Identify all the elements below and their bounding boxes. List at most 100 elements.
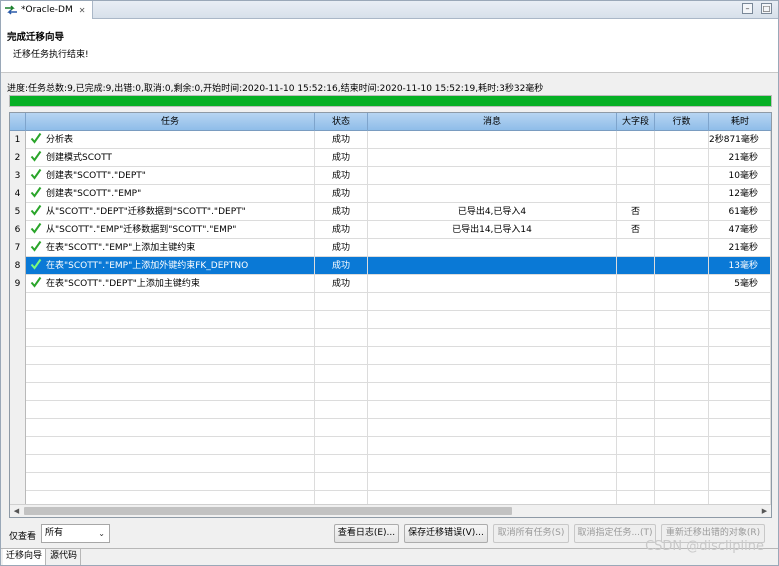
empty-table-row bbox=[10, 383, 771, 401]
tab-source-code[interactable]: 源代码 bbox=[47, 549, 82, 565]
row-number-header bbox=[10, 113, 26, 131]
progress-bar bbox=[9, 95, 772, 107]
scroll-right-icon[interactable]: ▶ bbox=[758, 505, 771, 517]
editor-window: *Oracle-DM ✕ – □ 完成迁移向导 迁移任务执行结束! 进度:任务总… bbox=[0, 0, 779, 566]
column-header-elapsed[interactable]: 耗时 bbox=[709, 113, 771, 131]
message-cell bbox=[368, 401, 617, 419]
tab-oracle-dm[interactable]: *Oracle-DM ✕ bbox=[1, 1, 93, 19]
message-cell bbox=[368, 437, 617, 455]
lob-cell bbox=[617, 185, 655, 203]
page-subtitle: 迁移任务执行结束! bbox=[13, 50, 89, 60]
wizard-header: 完成迁移向导 迁移任务执行结束! bbox=[1, 19, 778, 73]
lob-cell bbox=[617, 419, 655, 437]
rows-cell bbox=[655, 455, 709, 473]
message-cell bbox=[368, 455, 617, 473]
cancel-selected-button[interactable]: 取消指定任务...(T) bbox=[574, 524, 656, 543]
table-row[interactable]: 7 在表"SCOTT"."EMP"上添加主键约束 成功 21毫秒 bbox=[10, 239, 771, 257]
progress-fill bbox=[10, 96, 771, 106]
table-row[interactable]: 3 创建表"SCOTT"."DEPT" 成功 10毫秒 bbox=[10, 167, 771, 185]
table-row[interactable]: 2 创建模式SCOTT 成功 21毫秒 bbox=[10, 149, 771, 167]
status-cell: 成功 bbox=[315, 257, 368, 275]
table-row[interactable]: 5 从"SCOTT"."DEPT"迁移数据到"SCOTT"."DEPT" 成功 已导出… bbox=[10, 203, 771, 221]
rows-cell bbox=[655, 149, 709, 167]
status-cell: 成功 bbox=[315, 131, 368, 149]
table-row[interactable]: 1 分析表 成功 2秒871毫秒 bbox=[10, 131, 771, 149]
lob-cell: 否 bbox=[617, 203, 655, 221]
message-cell bbox=[368, 275, 617, 293]
rows-cell bbox=[655, 437, 709, 455]
success-check-icon bbox=[30, 168, 42, 180]
column-header-task[interactable]: 任务 bbox=[26, 113, 315, 131]
row-number bbox=[10, 365, 26, 383]
row-number bbox=[10, 293, 26, 311]
rows-cell bbox=[655, 401, 709, 419]
table-row[interactable]: 9 在表"SCOTT"."DEPT"上添加主键约束 成功 5毫秒 bbox=[10, 275, 771, 293]
row-number bbox=[10, 347, 26, 365]
rows-cell bbox=[655, 185, 709, 203]
table-row[interactable]: 6 从"SCOTT"."EMP"迁移数据到"SCOTT"."EMP" 成功 已导出14… bbox=[10, 221, 771, 239]
close-tab-icon[interactable]: ✕ bbox=[79, 6, 86, 15]
message-cell bbox=[368, 329, 617, 347]
lob-cell bbox=[617, 329, 655, 347]
rows-cell bbox=[655, 257, 709, 275]
row-number bbox=[10, 329, 26, 347]
elapsed-cell bbox=[709, 419, 771, 437]
elapsed-cell bbox=[709, 437, 771, 455]
message-cell bbox=[368, 419, 617, 437]
row-number: 7 bbox=[10, 239, 26, 257]
lob-cell bbox=[617, 275, 655, 293]
status-cell bbox=[315, 365, 368, 383]
maximize-button[interactable]: □ bbox=[761, 3, 772, 14]
empty-table-row bbox=[10, 455, 771, 473]
message-cell bbox=[368, 365, 617, 383]
elapsed-cell bbox=[709, 329, 771, 347]
rows-cell bbox=[655, 221, 709, 239]
save-errors-button[interactable]: 保存迁移错误(V)... bbox=[404, 524, 488, 543]
filter-select[interactable]: 所有 ⌄ bbox=[41, 524, 110, 543]
tab-migration-wizard[interactable]: 迁移向导 bbox=[3, 549, 47, 565]
success-check-icon bbox=[30, 222, 42, 234]
status-cell bbox=[315, 383, 368, 401]
message-cell bbox=[368, 383, 617, 401]
status-cell: 成功 bbox=[315, 221, 368, 239]
lob-cell bbox=[617, 473, 655, 491]
rows-cell bbox=[655, 347, 709, 365]
column-header-status[interactable]: 状态 bbox=[315, 113, 368, 131]
message-cell: 已导出14,已导入14 bbox=[368, 221, 617, 239]
message-cell bbox=[368, 131, 617, 149]
task-cell: 在表"SCOTT"."DEPT"上添加主键约束 bbox=[26, 275, 315, 293]
lob-cell bbox=[617, 401, 655, 419]
empty-table-row bbox=[10, 293, 771, 311]
row-number bbox=[10, 383, 26, 401]
scroll-left-icon[interactable]: ◀ bbox=[10, 505, 23, 517]
success-check-icon bbox=[30, 132, 42, 144]
empty-table-row bbox=[10, 347, 771, 365]
elapsed-cell: 13毫秒 bbox=[709, 257, 771, 275]
table-row[interactable]: 8 在表"SCOTT"."EMP"上添加外键约束FK_DEPTNO 成功 13毫秒 bbox=[10, 257, 771, 275]
cancel-all-button[interactable]: 取消所有任务(S) bbox=[493, 524, 569, 543]
task-cell bbox=[26, 437, 315, 455]
empty-table-row bbox=[10, 401, 771, 419]
empty-table-row bbox=[10, 437, 771, 455]
task-label: 创建表"SCOTT"."DEPT" bbox=[46, 171, 146, 181]
lob-cell: 否 bbox=[617, 221, 655, 239]
horizontal-scrollbar[interactable]: ◀ ▶ bbox=[10, 504, 771, 517]
task-label: 创建表"SCOTT"."EMP" bbox=[46, 189, 142, 199]
rows-cell bbox=[655, 167, 709, 185]
lob-cell bbox=[617, 383, 655, 401]
row-number: 4 bbox=[10, 185, 26, 203]
scrollbar-thumb[interactable] bbox=[24, 507, 512, 515]
task-cell bbox=[26, 311, 315, 329]
column-header-lob[interactable]: 大字段 bbox=[617, 113, 655, 131]
minimize-button[interactable]: – bbox=[742, 3, 753, 14]
column-header-message[interactable]: 消息 bbox=[368, 113, 617, 131]
message-cell bbox=[368, 167, 617, 185]
column-header-rows[interactable]: 行数 bbox=[655, 113, 709, 131]
lob-cell bbox=[617, 293, 655, 311]
empty-table-row bbox=[10, 419, 771, 437]
row-number: 1 bbox=[10, 131, 26, 149]
view-log-button[interactable]: 查看日志(E)... bbox=[334, 524, 399, 543]
table-row[interactable]: 4 创建表"SCOTT"."EMP" 成功 12毫秒 bbox=[10, 185, 771, 203]
rows-cell bbox=[655, 473, 709, 491]
elapsed-cell bbox=[709, 311, 771, 329]
